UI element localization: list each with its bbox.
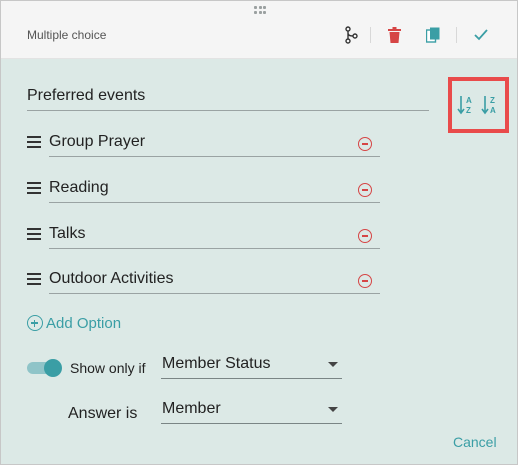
drag-handle-icon[interactable] [254, 6, 266, 14]
branch-icon[interactable] [342, 26, 360, 44]
svg-text:A: A [490, 106, 496, 115]
option-row: Outdoor Activities [27, 267, 381, 297]
plus-circle-icon [27, 315, 43, 331]
trash-icon[interactable] [385, 26, 403, 44]
svg-text:A: A [466, 96, 472, 105]
remove-option-icon[interactable] [358, 274, 372, 288]
question-text-input[interactable]: Preferred events [27, 85, 429, 111]
header-divider [456, 27, 457, 43]
toggle-knob [44, 359, 62, 377]
condition-field-select[interactable]: Member Status [161, 353, 342, 379]
option-input[interactable]: Group Prayer [49, 130, 380, 157]
answer-value: Member [162, 400, 221, 417]
add-option-button[interactable]: Add Option [27, 313, 121, 333]
reorder-handle-icon[interactable] [27, 228, 41, 240]
option-row: Reading [27, 176, 381, 206]
reorder-handle-icon[interactable] [27, 273, 41, 285]
chevron-down-icon [328, 362, 338, 367]
option-row: Group Prayer [27, 130, 381, 160]
remove-option-icon[interactable] [358, 183, 372, 197]
option-input[interactable]: Outdoor Activities [49, 267, 380, 294]
chevron-down-icon [328, 407, 338, 412]
check-icon[interactable] [472, 26, 490, 44]
add-option-label: Add Option [46, 314, 122, 332]
answer-is-label: Answer is [68, 405, 138, 422]
sort-alpha-asc-icon[interactable]: A Z [457, 94, 477, 116]
svg-text:Z: Z [490, 96, 495, 105]
reorder-handle-icon[interactable] [27, 182, 41, 194]
question-type-title: Multiple choice [27, 28, 107, 42]
answer-select[interactable]: Member [161, 398, 342, 424]
condition-field-value: Member Status [162, 355, 271, 372]
option-input[interactable]: Talks [49, 222, 380, 249]
option-input[interactable]: Reading [49, 176, 380, 203]
remove-option-icon[interactable] [358, 137, 372, 151]
svg-text:Z: Z [466, 106, 471, 115]
header-divider [370, 27, 371, 43]
sort-alpha-desc-icon[interactable]: Z A [481, 94, 501, 116]
reorder-handle-icon[interactable] [27, 136, 41, 148]
question-card: Multiple choice Preferred events A Z Z A… [0, 0, 518, 465]
copy-icon[interactable] [424, 26, 442, 44]
cancel-button[interactable]: Cancel [453, 434, 497, 450]
show-only-if-label: Show only if [70, 360, 146, 376]
show-only-if-toggle[interactable] [27, 359, 63, 377]
option-row: Talks [27, 222, 381, 252]
remove-option-icon[interactable] [358, 229, 372, 243]
